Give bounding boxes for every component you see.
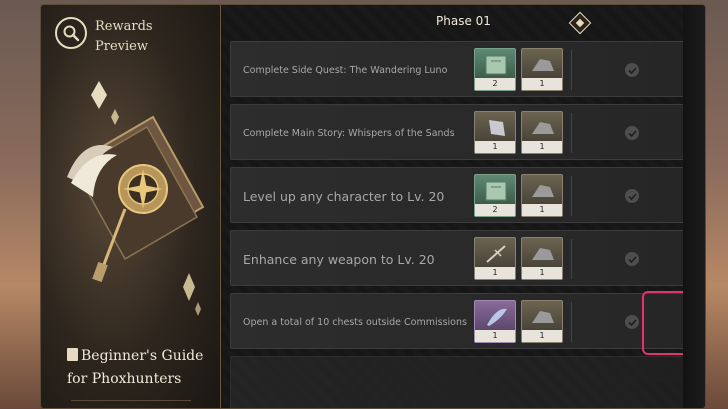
reward-item[interactable]: 1 <box>521 174 563 217</box>
reward-item[interactable]: 2 <box>474 48 516 91</box>
guide-title-line1: Beginner's Guide <box>81 348 204 364</box>
ore-icon <box>532 59 554 71</box>
reward-count: 1 <box>475 141 515 153</box>
reward-item[interactable]: 1 <box>521 48 563 91</box>
task-row[interactable]: Complete Side Quest: The Wandering Luno … <box>230 41 690 97</box>
reward-item[interactable]: 1 <box>521 300 563 343</box>
decorative-divider <box>71 400 191 406</box>
task-row[interactable]: Enhance any weapon to Lv. 20 1 1 <box>230 230 690 286</box>
phase-title: Phase 01 <box>436 14 491 28</box>
map-icon <box>485 181 507 201</box>
task-label: Level up any character to Lv. 20 <box>243 188 445 204</box>
guide-panel: Rewards Preview Beginner's Guide for Pho… <box>41 5 221 408</box>
reward-item[interactable]: 1 <box>474 111 516 154</box>
reward-count: 1 <box>522 204 562 216</box>
rewards-preview-label: Rewards Preview <box>95 17 153 57</box>
row-divider <box>571 113 572 153</box>
check-icon <box>625 126 639 140</box>
check-icon <box>625 315 639 329</box>
rewards-preview-button[interactable]: Rewards Preview <box>55 17 153 57</box>
row-divider <box>571 302 572 342</box>
task-label: Open a total of 10 chests outside Commis… <box>243 316 467 328</box>
task-row[interactable]: Level up any character to Lv. 20 2 1 <box>230 167 690 223</box>
guide-title-line2: for Phoxhunters <box>67 371 182 387</box>
reward-item[interactable]: 1 <box>474 300 516 343</box>
check-icon <box>625 63 639 77</box>
reward-count: 1 <box>475 330 515 342</box>
reward-count: 1 <box>522 267 562 279</box>
ore-icon <box>532 248 554 260</box>
task-label: Complete Side Quest: The Wandering Luno <box>243 64 448 76</box>
guide-book-illustration <box>67 81 205 316</box>
task-row-partial <box>230 356 690 408</box>
rewards-label-line1: Rewards <box>95 19 153 34</box>
task-label: Complete Main Story: Whispers of the San… <box>243 127 455 139</box>
ore-icon <box>532 311 554 323</box>
rewards-window: Rewards Preview Beginner's Guide for Pho… <box>40 4 706 409</box>
row-divider <box>571 239 572 279</box>
guide-title: Beginner's Guide for Phoxhunters <box>67 345 203 391</box>
reward-count: 2 <box>475 204 515 216</box>
search-icon <box>55 17 87 49</box>
reward-count: 2 <box>475 78 515 90</box>
task-list-panel: Phase 01 Complete Side Quest: The Wander… <box>222 5 705 408</box>
reward-count: 1 <box>522 78 562 90</box>
reward-count: 1 <box>522 330 562 342</box>
reward-count: 1 <box>475 267 515 279</box>
weapon-icon <box>486 245 506 263</box>
scroll-edge <box>683 5 705 408</box>
task-label: Enhance any weapon to Lv. 20 <box>243 251 435 267</box>
reward-item[interactable]: 2 <box>474 174 516 217</box>
map-icon <box>485 55 507 75</box>
check-icon <box>625 189 639 203</box>
row-divider <box>571 50 572 90</box>
task-row[interactable]: Complete Main Story: Whispers of the San… <box>230 104 690 160</box>
task-row[interactable]: Open a total of 10 chests outside Commis… <box>230 293 690 349</box>
row-divider <box>571 176 572 216</box>
crystal-icon <box>489 120 505 136</box>
reward-item[interactable]: 1 <box>521 237 563 280</box>
reward-count: 1 <box>522 141 562 153</box>
check-icon <box>625 252 639 266</box>
reward-item[interactable]: 1 <box>474 237 516 280</box>
book-icon <box>67 348 78 361</box>
rewards-label-line2: Preview <box>95 39 148 54</box>
ore-icon <box>532 185 554 197</box>
feather-icon <box>487 308 507 326</box>
ore-icon <box>532 122 554 134</box>
reward-item[interactable]: 1 <box>521 111 563 154</box>
